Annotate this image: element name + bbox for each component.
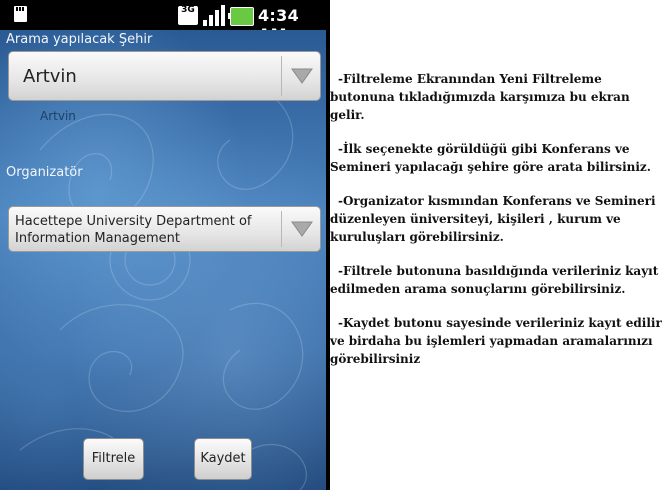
city-spinner[interactable]: Artvin: [8, 51, 321, 101]
signal-icon: [202, 5, 226, 26]
explanation-text: -Filtreleme Ekranından Yeni Filtreleme b…: [330, 70, 668, 384]
note-paragraph: -İlk seçenekte görüldüğü gibi Konferans …: [330, 142, 651, 174]
battery-icon: [228, 7, 254, 26]
chevron-down-icon[interactable]: [282, 52, 320, 100]
chevron-down-icon[interactable]: [282, 207, 320, 251]
phone-screen: 3G 4:34 AM Arama yapıl: [0, 0, 330, 490]
note-paragraph: -Filtreleme Ekranından Yeni Filtreleme b…: [330, 72, 630, 122]
save-button[interactable]: Kaydet: [194, 438, 252, 480]
filter-button[interactable]: Filtrele: [83, 438, 144, 480]
city-spinner-value: Artvin: [23, 66, 77, 87]
organizer-value-line2: Information Management: [15, 231, 181, 246]
sd-card-icon: [11, 5, 31, 23]
note-paragraph: -Filtrele butonuna basıldığında verileri…: [330, 264, 659, 296]
city-selected-text: Artvin: [40, 109, 76, 123]
note-paragraph: -Kaydet butonu sayesinde verileriniz kay…: [330, 316, 662, 366]
organizer-spinner[interactable]: Hacettepe University Department of Infor…: [8, 206, 321, 252]
organizer-label: Organizatör: [6, 165, 83, 180]
3g-icon: 3G: [178, 6, 198, 25]
organizer-value-line1: Hacettepe University Department of: [15, 214, 252, 229]
status-bar: 3G 4:34 AM: [0, 0, 330, 44]
city-label: Arama yapılacak Şehir: [6, 32, 153, 47]
note-paragraph: -Organizator kısmından Konferans ve Semi…: [330, 194, 656, 244]
